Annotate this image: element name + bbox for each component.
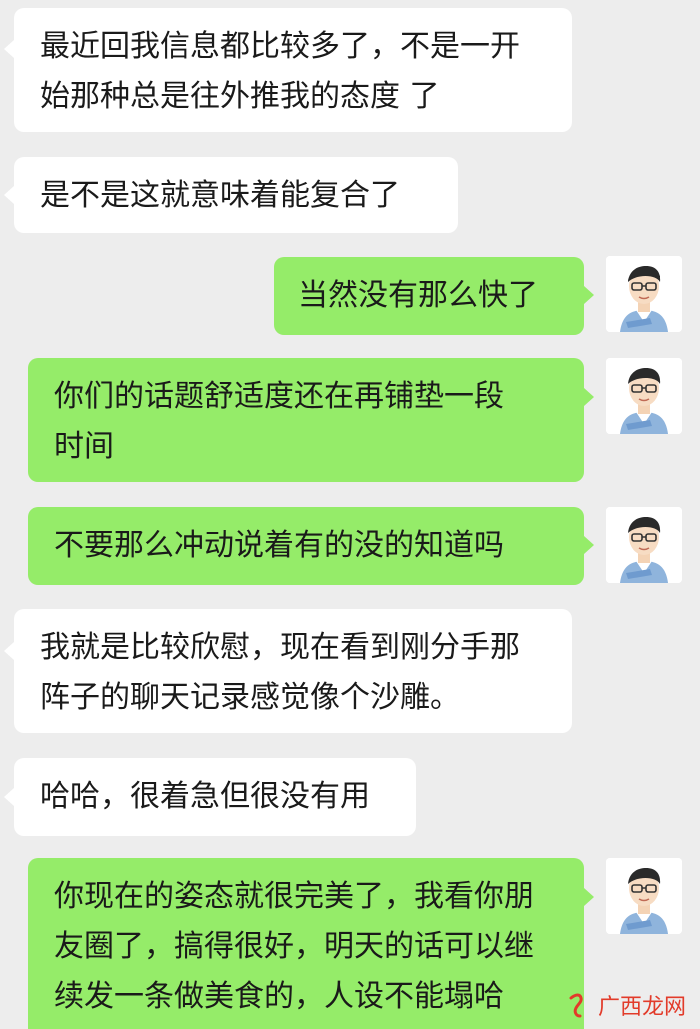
incoming-message-bubble[interactable]: 哈哈，很着急但很没有用	[14, 758, 416, 836]
outgoing-message-bubble[interactable]: 不要那么冲动说着有的没的知道吗	[28, 507, 584, 585]
avatar-man-icon	[606, 858, 682, 934]
bubble-tail	[4, 788, 14, 806]
watermark-text: 广西龙网	[597, 995, 686, 1020]
outgoing-message-bubble[interactable]: 当然没有那么快了	[274, 257, 584, 335]
bubble-tail	[584, 888, 594, 906]
bubble-tail	[4, 40, 14, 58]
incoming-message-bubble[interactable]: 最近回我信息都比较多了，不是一开 始那种总是往外推我的态度 了	[14, 8, 572, 132]
bubble-tail	[584, 388, 594, 406]
bubble-tail	[4, 186, 14, 204]
user-avatar[interactable]	[606, 858, 682, 934]
user-avatar[interactable]	[606, 507, 682, 583]
bubble-tail	[4, 642, 14, 660]
outgoing-message-bubble[interactable]: 你们的话题舒适度还在再铺垫一段 时间	[28, 358, 584, 482]
avatar-man-icon	[606, 358, 682, 434]
watermark-logo-icon	[569, 993, 583, 1018]
bubble-tail	[584, 536, 594, 554]
bubble-tail	[584, 286, 594, 304]
outgoing-message-bubble[interactable]: 你现在的姿态就很完美了，我看你朋 友圈了，搞得很好，明天的话可以继 续发一条做美…	[28, 858, 584, 1029]
user-avatar[interactable]	[606, 358, 682, 434]
user-avatar[interactable]	[606, 256, 682, 332]
watermark: 广西龙网	[568, 989, 686, 1021]
incoming-message-bubble[interactable]: 是不是这就意味着能复合了	[14, 157, 458, 233]
avatar-man-icon	[606, 256, 682, 332]
incoming-message-bubble[interactable]: 我就是比较欣慰，现在看到刚分手那 阵子的聊天记录感觉像个沙雕。	[14, 609, 572, 733]
avatar-man-icon	[606, 507, 682, 583]
